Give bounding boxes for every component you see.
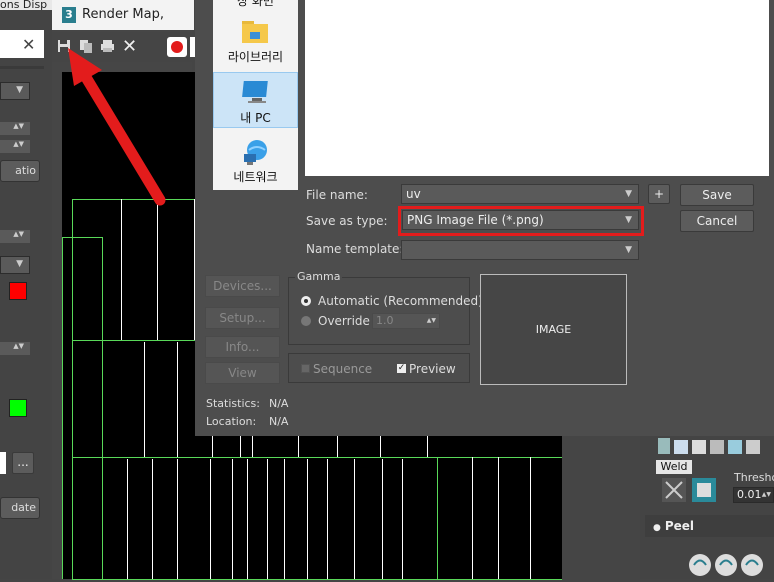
panel-field[interactable] bbox=[0, 452, 6, 474]
gamma-override-spinner[interactable]: 1.0 ▲▼ bbox=[372, 313, 440, 329]
app-icon: 3 bbox=[62, 7, 76, 23]
ellipsis-button[interactable]: ... bbox=[12, 452, 34, 474]
location-label: Location: bbox=[206, 415, 257, 428]
copy-icon[interactable] bbox=[79, 39, 93, 56]
devices-button[interactable]: Devices... bbox=[205, 275, 280, 297]
plus-button[interactable]: + bbox=[648, 184, 670, 204]
peel-label: Peel bbox=[664, 519, 695, 533]
save-as-type-label: Save as type: bbox=[306, 214, 388, 228]
file-name-input[interactable]: uv ▼ bbox=[401, 184, 639, 204]
library-folder-icon bbox=[241, 18, 269, 47]
gamma-group bbox=[288, 277, 470, 345]
statistics-label: Statistics: bbox=[206, 397, 260, 410]
color-swatch-green[interactable] bbox=[9, 399, 27, 417]
nav-item-this-pc[interactable]: 내 PC bbox=[213, 72, 298, 128]
color-swatch-red[interactable] bbox=[9, 282, 27, 300]
print-icon[interactable] bbox=[100, 39, 115, 56]
statistics-value: N/A bbox=[269, 397, 289, 410]
panel-spinner[interactable]: ▲▼ bbox=[0, 140, 30, 153]
image-preview: IMAGE bbox=[480, 274, 627, 385]
gamma-automatic-radio[interactable] bbox=[301, 296, 311, 306]
preview-checkbox[interactable]: ✓ bbox=[397, 364, 406, 373]
save-as-type-value: PNG Image File (*.png) bbox=[407, 213, 544, 227]
gamma-override-label: Override bbox=[318, 314, 370, 328]
collapse-icon: ● bbox=[653, 523, 661, 533]
preview-label: Preview bbox=[409, 362, 456, 376]
file-name-label: File name: bbox=[306, 188, 368, 202]
save-icon[interactable] bbox=[57, 39, 71, 56]
weld-tooltip: Weld bbox=[656, 460, 692, 474]
render-toolbar: ✕ bbox=[52, 32, 196, 62]
name-template-select[interactable]: ▼ bbox=[401, 240, 639, 260]
threshold-spinner[interactable]: 0.01 ▲▼ bbox=[733, 487, 774, 503]
panel-dropdown[interactable]: ▼ bbox=[0, 82, 30, 100]
gamma-override-value: 1.0 bbox=[376, 314, 394, 327]
peel-tool-icons[interactable] bbox=[686, 550, 774, 579]
gamma-label: Gamma bbox=[295, 270, 343, 283]
location-value: N/A bbox=[269, 415, 289, 428]
nav-item-desktop[interactable]: 장 화면 bbox=[213, 0, 298, 8]
threshold-label: Threshol bbox=[734, 471, 774, 484]
nav-item-label: 장 화면 bbox=[237, 0, 274, 8]
nav-item-network[interactable]: 네트워크 bbox=[213, 134, 298, 186]
panel-spinner[interactable]: ▲▼ bbox=[0, 122, 30, 135]
ratio-button[interactable]: atio bbox=[0, 160, 40, 182]
divider bbox=[0, 66, 44, 69]
gamma-override-radio[interactable] bbox=[301, 316, 311, 326]
this-pc-icon bbox=[242, 79, 272, 108]
update-button[interactable]: date bbox=[0, 497, 40, 519]
image-preview-label: IMAGE bbox=[535, 323, 572, 336]
peel-rollout-header[interactable]: ● Peel bbox=[645, 515, 774, 537]
weld-tool-icons[interactable] bbox=[660, 474, 718, 506]
network-icon bbox=[241, 138, 271, 169]
uv-tool-icons-row bbox=[656, 436, 774, 456]
threshold-value: 0.01 bbox=[737, 488, 762, 501]
name-template-label: Name template: bbox=[306, 242, 404, 256]
close-icon[interactable]: ✕ bbox=[22, 35, 35, 54]
panel-spinner[interactable]: ▲▼ bbox=[0, 230, 30, 243]
clear-icon[interactable]: ✕ bbox=[122, 36, 137, 57]
nav-item-label: 네트워크 bbox=[233, 170, 278, 184]
nav-item-label: 라이브러리 bbox=[227, 50, 284, 64]
cancel-button[interactable]: Cancel bbox=[680, 210, 754, 232]
gamma-automatic-label: Automatic (Recommended) bbox=[318, 294, 483, 308]
view-button[interactable]: View bbox=[205, 362, 280, 384]
record-icon[interactable] bbox=[167, 37, 187, 57]
sequence-label: Sequence bbox=[313, 362, 373, 376]
navigation-pane: 장 화면 라이브러리 내 PC 네트워크 bbox=[213, 0, 298, 190]
panel-dropdown[interactable]: ▼ bbox=[0, 256, 30, 274]
save-button[interactable]: Save bbox=[680, 184, 754, 206]
setup-button[interactable]: Setup... bbox=[205, 307, 280, 329]
file-list-view[interactable] bbox=[305, 0, 769, 176]
sequence-checkbox[interactable] bbox=[301, 364, 310, 373]
menu-bar-fragment[interactable]: ons Disp bbox=[0, 0, 60, 10]
info-button[interactable]: Info... bbox=[205, 336, 280, 358]
file-name-value: uv bbox=[406, 187, 421, 201]
nav-item-label: 내 PC bbox=[240, 111, 271, 125]
nav-item-library[interactable]: 라이브러리 bbox=[213, 16, 298, 68]
panel-spinner[interactable]: ▲▼ bbox=[0, 342, 30, 355]
save-as-type-select[interactable]: PNG Image File (*.png) ▼ bbox=[402, 210, 639, 230]
render-window-titlebar: 3 Render Map, Display bbox=[52, 0, 194, 52]
